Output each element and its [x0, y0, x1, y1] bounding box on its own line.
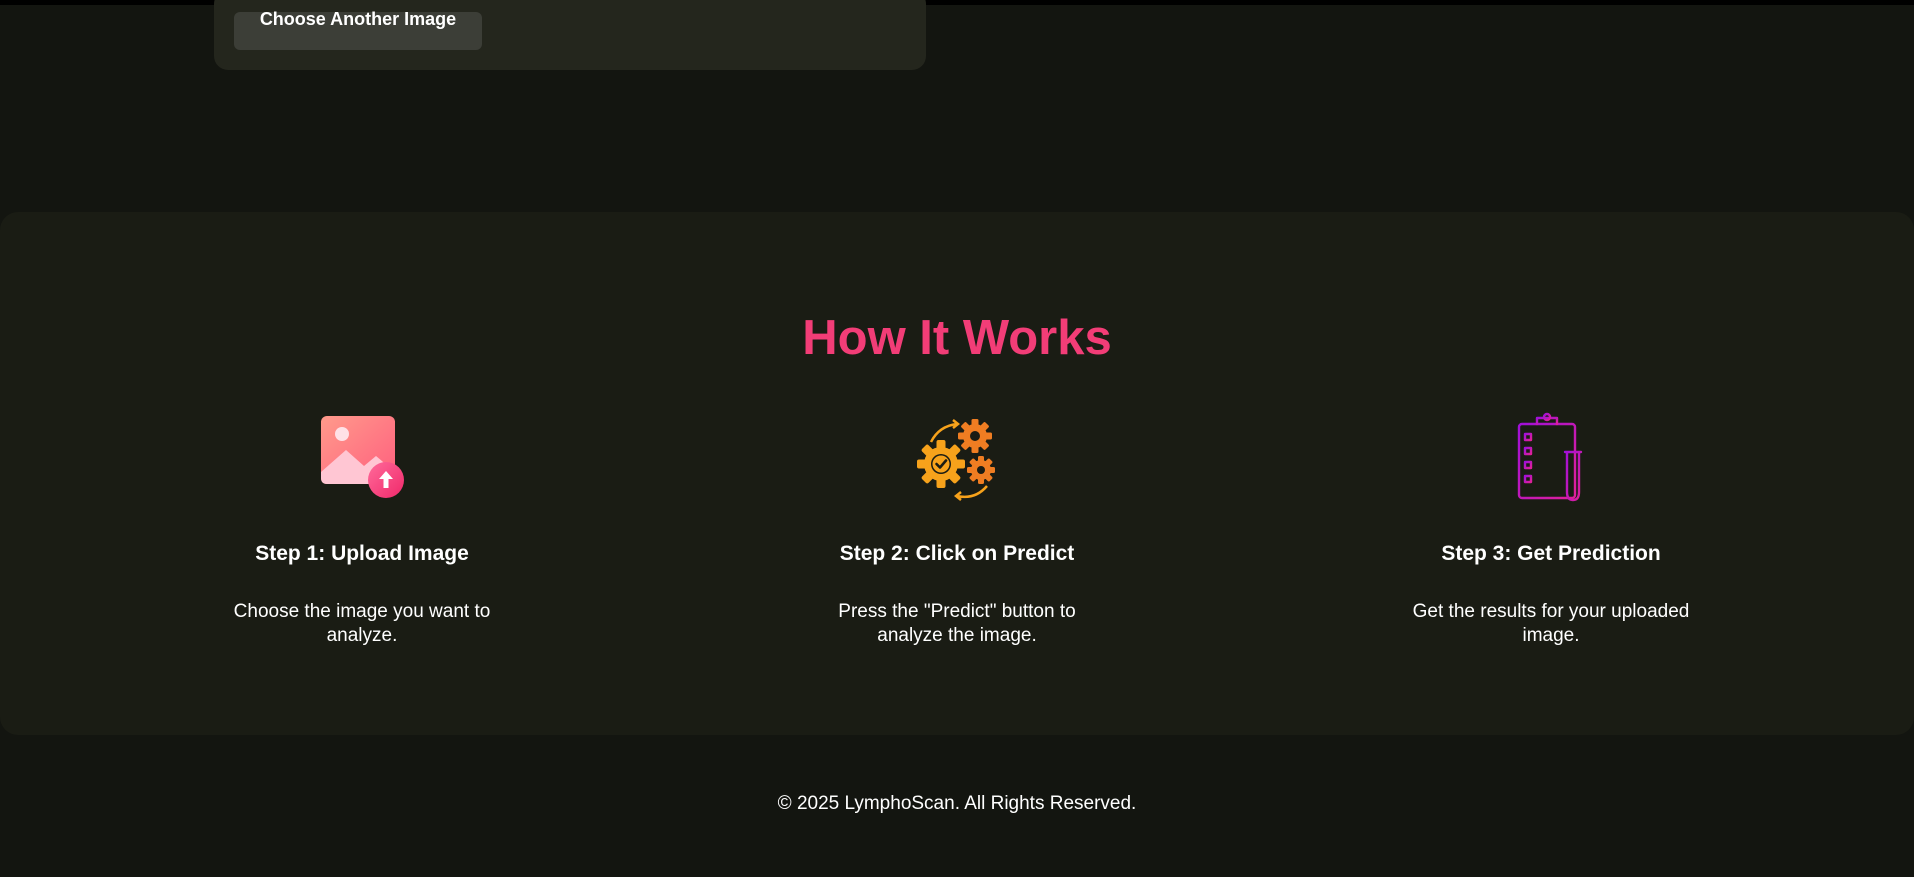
how-it-works-title: How It Works [802, 311, 1112, 365]
step-click-predict: Step 2: Click on Predict Press the "Pred… [797, 412, 1117, 648]
step-description: Press the "Predict" button to analyze th… [838, 601, 1076, 646]
step-title: Step 3: Get Prediction [1441, 542, 1661, 565]
footer-copyright: © 2025 LymphoScan. All Rights Reserved. [777, 793, 1137, 814]
step-description: Get the results for your uploaded image. [1412, 601, 1690, 646]
choose-another-image-label: Choose Another Image [259, 9, 457, 29]
clipboard-test-tube-icon [1517, 412, 1583, 502]
step-upload-image: Step 1: Upload Image Choose the image yo… [202, 412, 522, 648]
step-title: Step 1: Upload Image [255, 542, 469, 565]
choose-another-image-button[interactable]: Choose Another Image [234, 9, 482, 50]
gears-check-icon [917, 419, 995, 501]
step-get-prediction: Step 3: Get Prediction Get the results f… [1391, 412, 1711, 648]
image-upload-icon [321, 416, 404, 498]
how-it-works-section: How It Works Step 1: Upload Image Choose… [0, 212, 1914, 735]
step-description: Choose the image you want to analyze. [233, 601, 491, 646]
step-title: Step 2: Click on Predict [839, 542, 1075, 565]
